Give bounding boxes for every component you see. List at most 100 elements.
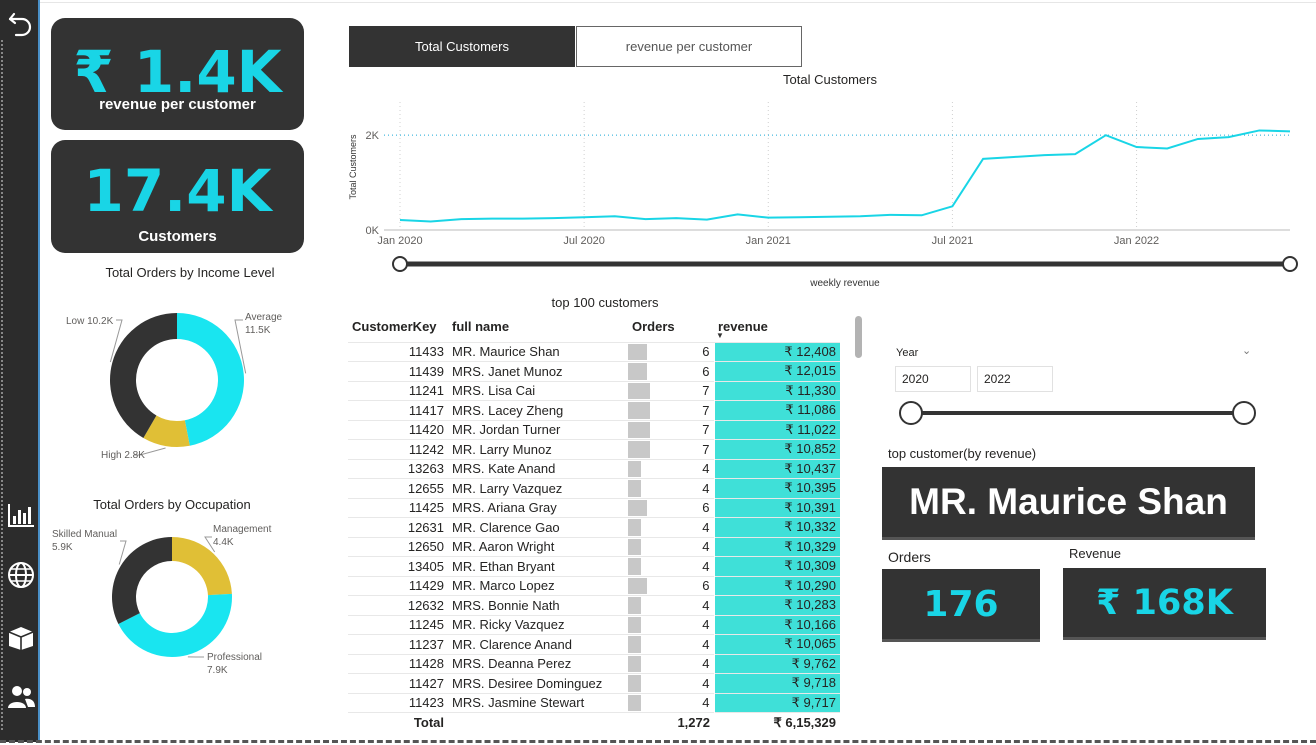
revenue-per-customer-card: ₹ 1.4K revenue per customer	[51, 18, 304, 130]
donut-slice-low	[110, 313, 177, 438]
table-row[interactable]: 11425 MRS. Ariana Gray 6 ₹ 10,391	[348, 497, 840, 518]
customers-card: 17.4K Customers	[51, 140, 304, 253]
cell-orders: 4	[628, 634, 714, 654]
cell-revenue: ₹ 10,852	[713, 439, 840, 459]
slider-handle-start[interactable]	[392, 256, 408, 272]
cell-revenue: ₹ 10,437	[713, 458, 840, 479]
year-slider-end[interactable]	[1232, 401, 1256, 425]
tab-total-customers[interactable]: Total Customers	[349, 26, 575, 67]
orders-databar	[628, 460, 641, 477]
x-tick-label: Jan 2022	[1114, 235, 1159, 247]
total-revenue: ₹ 6,15,329	[714, 712, 840, 732]
bottom-border	[0, 740, 1316, 743]
table-row[interactable]: 11439 MRS. Janet Munoz 6 ₹ 12,015	[348, 361, 840, 381]
y-axis-title: Total Customers	[348, 134, 358, 200]
box-icon[interactable]	[6, 622, 36, 652]
year-to-input[interactable]: 2022	[977, 366, 1053, 392]
globe-icon[interactable]	[6, 560, 36, 590]
cell-customerkey: 11428	[348, 653, 448, 674]
orders-databar	[628, 694, 641, 711]
cell-customerkey: 11439	[348, 361, 448, 381]
cell-customerkey: 11423	[348, 692, 448, 713]
nav-sidebar	[0, 0, 40, 742]
orders-value: 7	[702, 441, 710, 457]
orders-value: 7	[702, 402, 710, 418]
table-row[interactable]: 11427 MRS. Desiree Dominguez 4 ₹ 9,718	[348, 673, 840, 693]
cell-full-name: MR. Clarence Anand	[448, 634, 628, 654]
occupation-chart-title: Total Orders by Occupation	[93, 497, 251, 512]
date-range-slider[interactable]	[390, 254, 1300, 274]
orders-value: 4	[702, 675, 710, 691]
col-header-customerkey[interactable]: CustomerKey	[348, 312, 448, 342]
orders-value: 6	[702, 500, 710, 516]
orders-value: 4	[702, 519, 710, 535]
cell-full-name: MR. Larry Vazquez	[448, 478, 628, 498]
year-from-input[interactable]: 2020	[895, 366, 971, 392]
col-header-revenue[interactable]: revenue ▼	[714, 312, 840, 342]
top-customers-table: CustomerKey full name Orders revenue ▼ 1…	[348, 312, 840, 732]
cell-revenue: ₹ 10,332	[713, 517, 840, 537]
total-blank	[448, 712, 628, 732]
total-orders: 1,272	[628, 712, 714, 732]
cell-revenue: ₹ 11,086	[713, 400, 840, 420]
cell-revenue: ₹ 10,166	[713, 614, 840, 635]
cell-full-name: MR. Larry Munoz	[448, 439, 628, 459]
table-scrollbar[interactable]	[855, 316, 862, 358]
table-row[interactable]: 11429 MR. Marco Lopez 6 ₹ 10,290	[348, 575, 840, 596]
cell-full-name: MRS. Ariana Gray	[448, 497, 628, 518]
table-row[interactable]: 12631 MR. Clarence Gao 4 ₹ 10,332	[348, 517, 840, 537]
cell-orders: 4	[628, 692, 714, 713]
cell-full-name: MRS. Lisa Cai	[448, 380, 628, 401]
cell-full-name: MRS. Deanna Perez	[448, 653, 628, 674]
table-row[interactable]: 12632 MRS. Bonnie Nath 4 ₹ 10,283	[348, 595, 840, 615]
table-row[interactable]: 13405 MR. Ethan Bryant 4 ₹ 10,309	[348, 556, 840, 576]
table-row[interactable]: 11245 MR. Ricky Vazquez 4 ₹ 10,166	[348, 614, 840, 635]
table-row[interactable]: 11417 MRS. Lacey Zheng 7 ₹ 11,086	[348, 400, 840, 420]
slice-label: Low 10.2K	[66, 316, 114, 327]
cell-full-name: MR. Ethan Bryant	[448, 556, 628, 576]
table-body: 11433 MR. Maurice Shan 6 ₹ 12,408 11439 MRS. …	[348, 341, 840, 713]
users-icon[interactable]	[6, 682, 36, 712]
top-border	[40, 2, 1316, 3]
orders-value: 4	[702, 461, 710, 477]
table-row[interactable]: 11428 MRS. Deanna Perez 4 ₹ 9,762	[348, 653, 840, 674]
table-row[interactable]: 11420 MR. Jordan Turner 7 ₹ 11,022	[348, 419, 840, 440]
orders-value: 7	[702, 422, 710, 438]
cell-orders: 4	[628, 556, 714, 576]
table-row[interactable]: 11423 MRS. Jasmine Stewart 4 ₹ 9,717	[348, 692, 840, 713]
table-row[interactable]: 12655 MR. Larry Vazquez 4 ₹ 10,395	[348, 478, 840, 498]
table-row[interactable]: 11241 MRS. Lisa Cai 7 ₹ 11,330	[348, 380, 840, 401]
orders-databar	[628, 636, 641, 653]
cell-full-name: MR. Ricky Vazquez	[448, 614, 628, 635]
orders-databar	[628, 616, 641, 633]
cell-orders: 4	[628, 673, 714, 693]
bar-chart-icon[interactable]	[6, 500, 36, 530]
slider-handle-end[interactable]	[1282, 256, 1298, 272]
tab-revenue-per-customer[interactable]: revenue per customer	[576, 26, 802, 67]
col-header-orders[interactable]: Orders	[628, 312, 714, 342]
back-arrow-icon[interactable]	[6, 8, 36, 38]
orders-value: 4	[702, 597, 710, 613]
table-row[interactable]: 13263 MRS. Kate Anand 4 ₹ 10,437	[348, 458, 840, 479]
table-row[interactable]: 12650 MR. Aaron Wright 4 ₹ 10,329	[348, 536, 840, 557]
col-header-full-name[interactable]: full name	[448, 312, 628, 342]
income-chart-title: Total Orders by Income Level	[105, 265, 275, 280]
orders-databar	[628, 421, 650, 438]
table-row[interactable]: 11242 MR. Larry Munoz 7 ₹ 10,852	[348, 439, 840, 459]
table-row[interactable]: 11237 MR. Clarence Anand 4 ₹ 10,065	[348, 634, 840, 654]
cell-customerkey: 11242	[348, 439, 448, 459]
orders-value: 4	[702, 539, 710, 555]
year-slider-start[interactable]	[899, 401, 923, 425]
cell-revenue: ₹ 12,015	[713, 361, 840, 381]
cell-revenue: ₹ 10,309	[713, 556, 840, 576]
occupation-donut-chart: Management 4.4K Professional 7.9K Skilled Ma…	[52, 524, 272, 676]
chevron-down-icon[interactable]: ⌄	[1242, 344, 1251, 357]
cell-full-name: MR. Maurice Shan	[448, 341, 628, 362]
table-row[interactable]: 11433 MR. Maurice Shan 6 ₹ 12,408	[348, 341, 840, 362]
orders-databar	[628, 480, 641, 497]
orders-value: 7	[702, 383, 710, 399]
year-range-slider[interactable]	[896, 398, 1260, 428]
donut-slice-average	[177, 313, 244, 446]
cell-full-name: MRS. Desiree Dominguez	[448, 673, 628, 693]
x-tick-label: Jul 2021	[932, 235, 974, 247]
